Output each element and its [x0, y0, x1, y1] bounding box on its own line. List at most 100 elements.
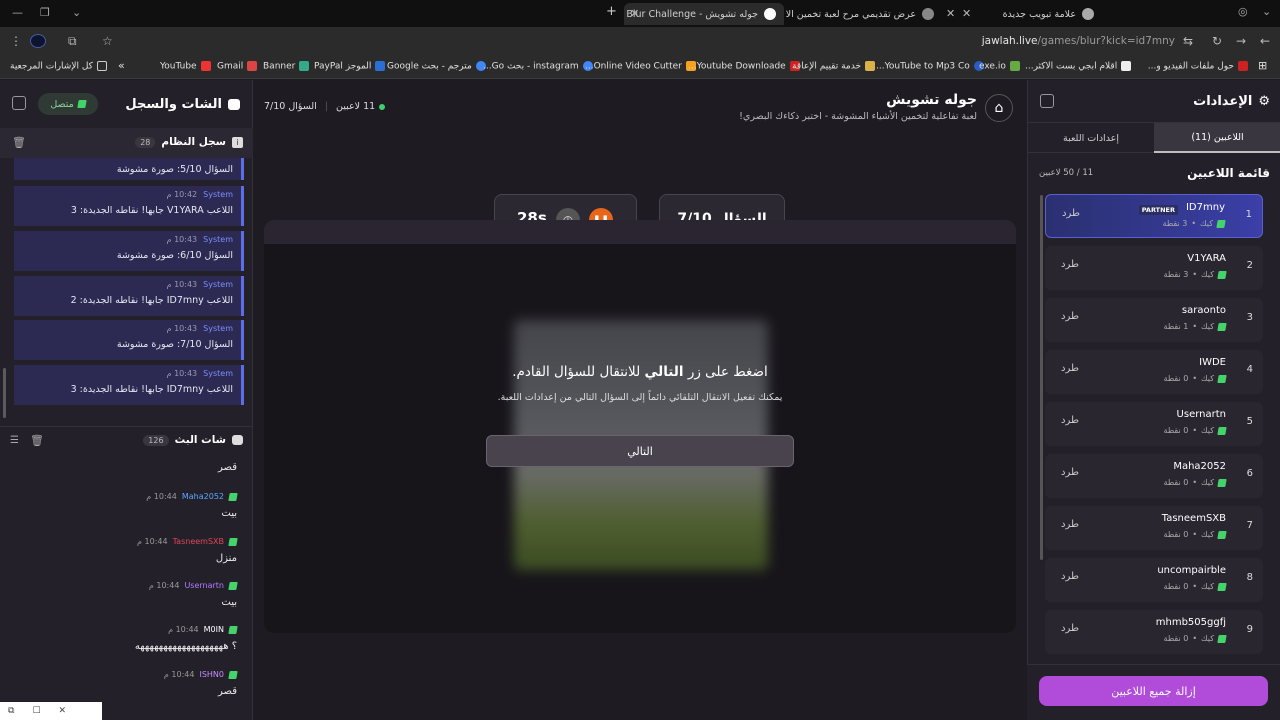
player-row[interactable]: 8 uncompairble كيك • 0 نقطة طرد — [1045, 558, 1263, 602]
kick-button[interactable]: طرد — [1061, 259, 1079, 270]
bookmark-star-icon[interactable]: ☆ — [102, 34, 113, 48]
kick-logo-icon — [1217, 478, 1227, 487]
back-icon[interactable]: ← — [1260, 34, 1270, 48]
paypal-icon — [375, 61, 386, 71]
chrome-menu-icon[interactable]: ◎ — [1238, 5, 1248, 18]
collapse-panel-icon[interactable] — [12, 96, 26, 110]
player-row[interactable]: 6 Maha2052 كيك • 0 نقطة طرد — [1045, 454, 1263, 498]
bookmark-label: YouTube to Mp3 Co... — [876, 61, 970, 72]
reload-icon[interactable]: ↻ — [1212, 34, 1222, 48]
bookmark-label: الموجز PayPal — [314, 61, 372, 72]
player-row[interactable]: 1 ID7mny PARTNER كيك • 3 نقطة طرد — [1045, 194, 1263, 238]
bookmark-paypal[interactable]: الموجز PayPal — [314, 61, 386, 72]
stream-chat-list[interactable]: قصر Maha2052 10:44 م بيت TasneemSXB 10:44 … — [0, 458, 253, 720]
tab-presentation[interactable]: عرض تقديمي مرح لعبة تخمين الا ✕ — [786, 3, 958, 25]
player-points: 0 نقطة — [1163, 530, 1189, 539]
player-name: Maha2052 — [1173, 461, 1226, 472]
bookmark-video-files[interactable]: حول ملفات الفيديو و... — [1128, 61, 1248, 72]
chat-author: ISHN0 — [199, 670, 224, 679]
partner-badge: PARTNER — [1138, 205, 1178, 215]
kick-button[interactable]: طرد — [1061, 415, 1079, 426]
site-info-icon[interactable]: ⇆ — [1183, 34, 1193, 48]
trash-icon[interactable]: 🗑 — [30, 434, 44, 447]
player-row[interactable]: 2 V1YARA كيك • 3 نقطة طرد — [1045, 246, 1263, 290]
bookmark-disability[interactable]: خدمة تقييم الإعاقة — [792, 61, 876, 72]
new-tab-icon[interactable]: + — [606, 4, 617, 19]
system-log-list[interactable]: السؤال 5/10: صورة مشوشة System 10:42 م ال… — [0, 158, 253, 420]
kick-button[interactable]: طرد — [1061, 467, 1079, 478]
player-row[interactable]: 4 IWDE كيك • 0 نقطة طرد — [1045, 350, 1263, 394]
kick-button[interactable]: طرد — [1062, 208, 1080, 219]
kick-logo-icon — [1217, 374, 1227, 383]
extensions-icon[interactable]: ⧉ — [68, 34, 77, 49]
bookmark-banner[interactable]: Banner — [263, 61, 310, 72]
close-tab-icon[interactable]: ✕ — [630, 7, 639, 20]
exe-icon — [1009, 61, 1020, 71]
chat-text: قصر — [218, 686, 237, 697]
player-row[interactable]: 5 Usernartn كيك • 0 نقطة طرد — [1045, 402, 1263, 446]
bookmarks-overflow-icon[interactable]: » — [118, 59, 125, 72]
maximize-icon[interactable]: ☐ — [32, 706, 40, 716]
bookmark-label: instagram - بحث Go... — [483, 61, 579, 72]
bookmark-youtube[interactable]: YouTube — [160, 61, 211, 72]
tab-blur-challenge[interactable]: جوله تشويش - Blur Challenge | ✕ — [624, 3, 784, 25]
minimize-icon[interactable]: — — [12, 6, 23, 19]
bookmark-pens[interactable]: اقلام ابجي بست الاكثر... — [1025, 61, 1132, 72]
remove-all-players-button[interactable]: إزالة جميع اللاعبين — [1039, 676, 1268, 706]
kick-logo-icon — [1217, 322, 1227, 331]
player-points: 0 نقطة — [1163, 634, 1189, 643]
tab-game-settings[interactable]: إعدادات اللعبة — [1028, 123, 1154, 153]
player-row[interactable]: 3 saraonto كيك • 1 نقطة طرد — [1045, 298, 1263, 342]
kick-logo-icon — [1217, 530, 1227, 539]
tab-favicon-icon — [1082, 8, 1094, 20]
bookmark-label: Banner — [263, 61, 296, 72]
restore-icon[interactable]: ⧉ — [8, 706, 14, 716]
kick-button[interactable]: طرد — [1061, 519, 1079, 530]
list-item: قصر — [17, 462, 237, 473]
home-icon[interactable]: ⌂ — [985, 94, 1013, 122]
bookmark-yt-downloader[interactable]: Youtube Downloade... — [688, 61, 800, 72]
scrollbar[interactable] — [3, 368, 6, 418]
bookmark-gmail[interactable]: Gmail — [217, 61, 258, 72]
chat-author: Usernartn — [184, 581, 224, 590]
tab-label: إعدادات اللعبة — [1063, 132, 1119, 144]
collapse-panel-icon[interactable] — [1040, 94, 1054, 108]
kick-button[interactable]: طرد — [1061, 311, 1079, 322]
player-row[interactable]: 7 TasneemSXB كيك • 0 نقطة طرد — [1045, 506, 1263, 550]
scrollbar[interactable] — [1040, 195, 1043, 560]
player-name: Usernartn — [1176, 409, 1226, 420]
more-menu-icon[interactable]: ⋮ — [10, 34, 22, 48]
platform-label: كيك — [1201, 478, 1214, 487]
close-tab-icon[interactable]: ✕ — [946, 7, 955, 20]
bookmark-video-cutter[interactable]: Online Video Cutter... — [585, 61, 696, 72]
tab-search-icon[interactable]: ⌄ — [72, 6, 81, 19]
trash-icon[interactable]: 🗑 — [12, 136, 26, 149]
bookmark-yt-mp3[interactable]: YouTube to Mp3 Co... — [876, 61, 984, 72]
next-button[interactable]: التالي — [486, 435, 794, 467]
player-row[interactable]: 9 mhmb505ggfj كيك • 0 نقطة طرد — [1045, 610, 1263, 654]
url-field[interactable]: jawlah.live/games/blur?kick=id7mny — [982, 35, 1175, 47]
kick-button[interactable]: طرد — [1061, 623, 1079, 634]
bookmark-label: خدمة تقييم الإعاقة — [792, 61, 862, 72]
maximize-icon[interactable]: ❐ — [40, 6, 50, 19]
profile-icon[interactable]: ⌄ — [1262, 5, 1271, 18]
list-item: M0IN 10:44 م ؟ هههههههههههههههههههه — [17, 625, 238, 652]
close-icon[interactable]: ✕ — [59, 706, 67, 716]
question-counter: السؤال 7/10 — [264, 101, 317, 112]
platform-label: كيك — [1200, 219, 1213, 228]
bookmark-exe[interactable]: exe.io — [979, 61, 1020, 72]
apps-grid-icon[interactable]: ⊞ — [1258, 59, 1267, 72]
kick-button[interactable]: طرد — [1061, 571, 1079, 582]
forward-icon[interactable]: → — [1236, 34, 1246, 48]
bookmark-instagram[interactable]: instagram - بحث Go... — [483, 61, 593, 72]
profile-avatar[interactable] — [30, 34, 46, 48]
bookmark-all[interactable]: كل الإشارات المرجعية — [10, 61, 107, 72]
filter-icon[interactable]: ☰ — [10, 435, 19, 446]
tab-players[interactable]: اللاعبين (11) — [1154, 123, 1280, 153]
connection-status: متصل — [38, 93, 98, 115]
close-tab-icon[interactable]: ✕ — [962, 7, 971, 20]
kick-button[interactable]: طرد — [1061, 363, 1079, 374]
bookmark-translate[interactable]: مترجم - بحث Google — [387, 61, 486, 72]
tab-new-tab[interactable]: علامة تبويب جديدة ✕ — [962, 3, 1102, 25]
bookmark-label: كل الإشارات المرجعية — [10, 61, 93, 72]
